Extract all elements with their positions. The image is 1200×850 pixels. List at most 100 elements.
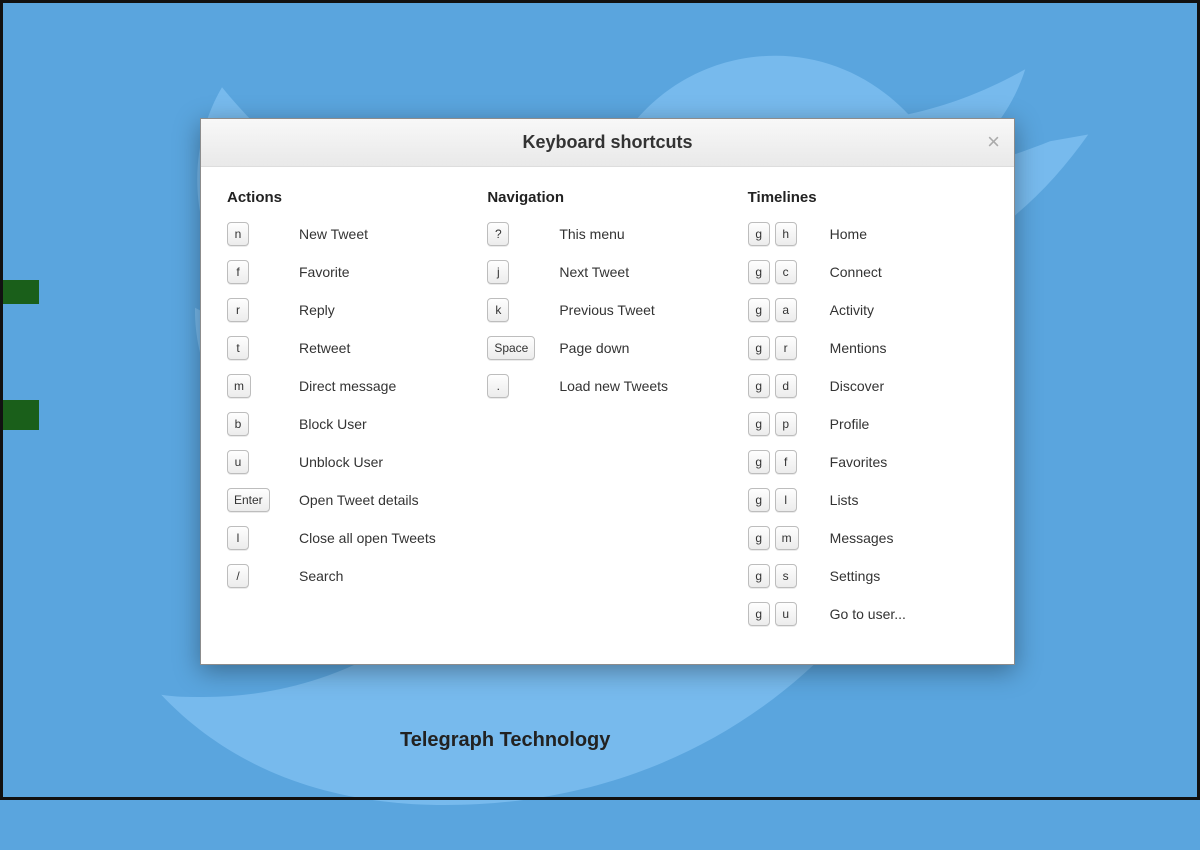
shortcut-row: grMentions xyxy=(748,334,988,362)
keycap: a xyxy=(775,298,797,322)
shortcut-row: gf Favorites xyxy=(748,448,988,476)
shortcut-label: Previous Tweet xyxy=(549,302,654,318)
keycap: g xyxy=(748,336,770,360)
keycap: g xyxy=(748,488,770,512)
keycap: u xyxy=(775,602,797,626)
shortcut-keys: t xyxy=(227,336,289,360)
keycap: / xyxy=(227,564,249,588)
shortcut-label: Connect xyxy=(820,264,882,280)
column-actions: Actions nNew TweetfFavoriterReplytRetwee… xyxy=(227,189,467,638)
shortcut-keys: gs xyxy=(748,564,820,588)
column-navigation: Navigation ? This menu jNext Tweet k Previou… xyxy=(487,189,727,638)
keycap: j xyxy=(487,260,509,284)
shortcut-keys: . xyxy=(487,374,549,398)
shortcut-row: l Close all open Tweets xyxy=(227,524,467,552)
column-timelines: Timelines ghHomegcConnectgaActivitygrMen… xyxy=(748,189,988,638)
modal-header: Keyboard shortcuts × xyxy=(201,119,1014,167)
shortcut-label: Close all open Tweets xyxy=(289,530,436,546)
shortcut-keys: gr xyxy=(748,336,820,360)
keycap: g xyxy=(748,222,770,246)
background-strip xyxy=(3,280,39,304)
shortcut-label: Retweet xyxy=(289,340,350,356)
shortcut-row: gaActivity xyxy=(748,296,988,324)
keycap: f xyxy=(775,450,797,474)
shortcut-row: SpacePage down xyxy=(487,334,727,362)
keycap: Enter xyxy=(227,488,270,512)
shortcut-keys: gc xyxy=(748,260,820,284)
keycap: b xyxy=(227,412,249,436)
shortcut-label: Home xyxy=(820,226,867,242)
shortcut-keys: f xyxy=(227,260,289,284)
modal-body: Actions nNew TweetfFavoriterReplytRetwee… xyxy=(201,167,1014,664)
keycap: k xyxy=(487,298,509,322)
shortcut-keys: l xyxy=(227,526,289,550)
shortcut-row: m Direct message xyxy=(227,372,467,400)
shortcut-label: Direct message xyxy=(289,378,396,394)
keycap: r xyxy=(227,298,249,322)
shortcut-label: This menu xyxy=(549,226,624,242)
shortcut-keys: ? xyxy=(487,222,549,246)
column-heading-timelines: Timelines xyxy=(748,189,988,206)
shortcut-label: Go to user... xyxy=(820,606,906,622)
shortcut-label: Settings xyxy=(820,568,881,584)
shortcut-row: gcConnect xyxy=(748,258,988,286)
shortcut-keys: / xyxy=(227,564,289,588)
keycap: ? xyxy=(487,222,509,246)
shortcut-keys: Enter xyxy=(227,488,289,512)
close-button[interactable]: × xyxy=(987,131,1000,153)
shortcut-row: guGo to user... xyxy=(748,600,988,628)
keycap: g xyxy=(748,526,770,550)
shortcut-row: glLists xyxy=(748,486,988,514)
shortcut-row: ? This menu xyxy=(487,220,727,248)
shortcut-row: t Retweet xyxy=(227,334,467,362)
keycap: t xyxy=(227,336,249,360)
keyboard-shortcuts-modal: Keyboard shortcuts × Actions nNew Tweetf… xyxy=(200,118,1015,665)
shortcut-row: gsSettings xyxy=(748,562,988,590)
shortcut-keys: j xyxy=(487,260,549,284)
keycap: g xyxy=(748,412,770,436)
shortcut-row: rReply xyxy=(227,296,467,324)
shortcut-label: Search xyxy=(289,568,343,584)
shortcut-keys: n xyxy=(227,222,289,246)
shortcut-keys: gd xyxy=(748,374,820,398)
shortcut-list-actions: nNew TweetfFavoriterReplytRetweetmDirect… xyxy=(227,220,467,590)
shortcut-row: gdDiscover xyxy=(748,372,988,400)
keycap: g xyxy=(748,564,770,588)
column-heading-actions: Actions xyxy=(227,189,467,206)
keycap: l xyxy=(227,526,249,550)
keycap: g xyxy=(748,374,770,398)
keycap: c xyxy=(775,260,797,284)
shortcut-row: jNext Tweet xyxy=(487,258,727,286)
keycap: r xyxy=(775,336,797,360)
keycap: g xyxy=(748,450,770,474)
shortcut-row: / Search xyxy=(227,562,467,590)
background-strip xyxy=(3,400,39,430)
keycap: m xyxy=(775,526,799,550)
keycap: n xyxy=(227,222,249,246)
shortcut-label: Lists xyxy=(820,492,859,508)
shortcut-row: EnterOpen Tweet details xyxy=(227,486,467,514)
keycap: s xyxy=(775,564,797,588)
keycap: Space xyxy=(487,336,535,360)
shortcut-label: Mentions xyxy=(820,340,887,356)
keycap: m xyxy=(227,374,251,398)
shortcut-list-timelines: ghHomegcConnectgaActivitygrMentionsgdDis… xyxy=(748,220,988,628)
shortcut-keys: r xyxy=(227,298,289,322)
shortcut-keys: gh xyxy=(748,222,820,246)
shortcut-row: bBlock User xyxy=(227,410,467,438)
column-heading-navigation: Navigation xyxy=(487,189,727,206)
shortcut-keys: gu xyxy=(748,602,820,626)
shortcut-keys: gl xyxy=(748,488,820,512)
keycap: g xyxy=(748,260,770,284)
shortcut-row: gpProfile xyxy=(748,410,988,438)
shortcut-keys: gm xyxy=(748,526,820,550)
shortcut-label: Favorites xyxy=(820,454,888,470)
modal-title: Keyboard shortcuts xyxy=(522,132,692,153)
keycap: . xyxy=(487,374,509,398)
shortcut-list-navigation: ? This menu jNext Tweet k Previous Tweet Spac… xyxy=(487,220,727,400)
shortcut-keys: m xyxy=(227,374,289,398)
shortcut-keys: ga xyxy=(748,298,820,322)
keycap: f xyxy=(227,260,249,284)
shortcut-row: ghHome xyxy=(748,220,988,248)
shortcut-row: k Previous Tweet xyxy=(487,296,727,324)
